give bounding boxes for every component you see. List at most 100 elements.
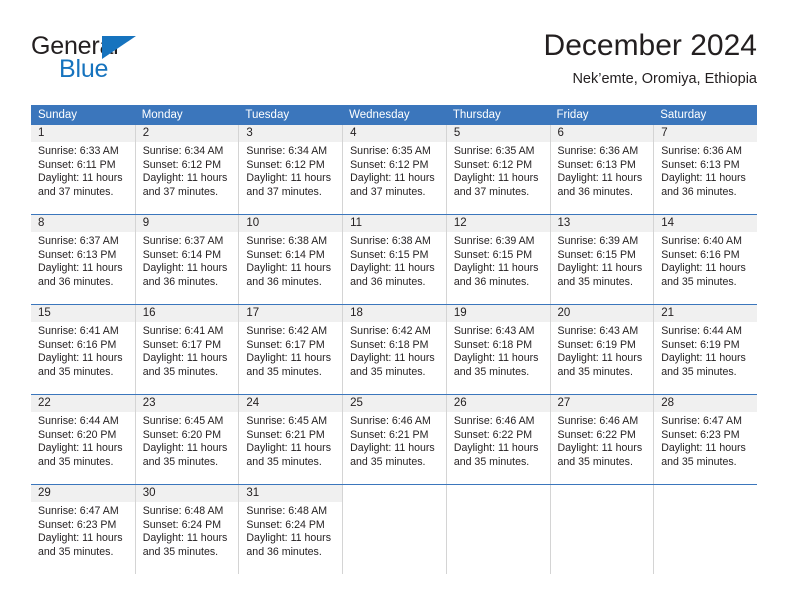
- calendar-day-cell[interactable]: 27 Sunrise: 6:46 AM Sunset: 6:22 PM Dayligh…: [549, 395, 654, 484]
- calendar-day-cell[interactable]: 14 Sunrise: 6:40 AM Sunset: 6:16 PM Dayligh…: [653, 215, 757, 304]
- sunset-text: Sunset: 6:19 PM: [661, 338, 740, 351]
- sunrise-text: Sunrise: 6:48 AM: [142, 505, 224, 517]
- daylight-text: Daylight: 11 hours and 35 minutes.: [350, 352, 435, 378]
- day-details: Sunrise: 6:37 AM Sunset: 6:13 PM Daylight:…: [31, 232, 135, 289]
- calendar-day-cell[interactable]: 29 Sunrise: 6:47 AM Sunset: 6:23 PM Dayligh…: [31, 485, 135, 574]
- daylight-text: Daylight: 11 hours and 35 minutes.: [661, 442, 746, 468]
- calendar-day-cell[interactable]: 24 Sunrise: 6:45 AM Sunset: 6:21 PM Dayligh…: [238, 395, 343, 484]
- daylight-text: Daylight: 11 hours and 36 minutes.: [38, 262, 123, 288]
- day-number: 15: [31, 305, 135, 322]
- daylight-text: Daylight: 11 hours and 36 minutes.: [142, 262, 228, 288]
- calendar-day-cell[interactable]: 28 Sunrise: 6:47 AM Sunset: 6:23 PM Dayligh…: [653, 395, 757, 484]
- daylight-text: Daylight: 11 hours and 35 minutes.: [557, 262, 643, 288]
- sunrise-text: Sunrise: 6:40 AM: [661, 235, 742, 247]
- calendar-day-cell[interactable]: 30 Sunrise: 6:48 AM Sunset: 6:24 PM Dayligh…: [134, 485, 239, 574]
- weekday-header-saturday: Saturday: [660, 109, 707, 121]
- sunrise-text: Sunrise: 6:43 AM: [453, 325, 535, 337]
- day-details: Sunrise: 6:48 AM Sunset: 6:24 PM Daylight:…: [136, 502, 239, 559]
- day-number: 29: [31, 485, 135, 502]
- weekday-header-tuesday: Tuesday: [245, 109, 290, 121]
- sunrise-text: Sunrise: 6:44 AM: [38, 415, 119, 427]
- calendar-page: General Blue December 2024 Nek’emte, Oro…: [0, 0, 792, 612]
- calendar-day-cell[interactable]: 9 Sunrise: 6:37 AM Sunset: 6:14 PM Daylight…: [134, 215, 239, 304]
- sunset-text: Sunset: 6:18 PM: [350, 338, 429, 351]
- daylight-text: Daylight: 11 hours and 37 minutes.: [38, 172, 123, 198]
- day-details: Sunrise: 6:42 AM Sunset: 6:17 PM Daylight:…: [239, 322, 342, 379]
- daylight-text: Daylight: 11 hours and 35 minutes.: [142, 532, 228, 558]
- calendar-day-cell[interactable]: 18 Sunrise: 6:42 AM Sunset: 6:18 PM Dayligh…: [342, 305, 446, 394]
- daylight-text: Daylight: 11 hours and 35 minutes.: [38, 442, 123, 468]
- sunset-text: Sunset: 6:23 PM: [38, 518, 117, 531]
- calendar-day-cell[interactable]: 10 Sunrise: 6:38 AM Sunset: 6:14 PM Dayligh…: [238, 215, 343, 304]
- calendar-day-cell[interactable]: 3 Sunrise: 6:34 AM Sunset: 6:12 PM Daylight…: [238, 125, 343, 214]
- calendar-day-cell[interactable]: 26 Sunrise: 6:46 AM Sunset: 6:22 PM Dayligh…: [445, 395, 550, 484]
- day-details: Sunrise: 6:43 AM Sunset: 6:18 PM Daylight:…: [447, 322, 550, 379]
- calendar-day-cell[interactable]: 1 Sunrise: 6:33 AM Sunset: 6:11 PM Daylight…: [31, 125, 135, 214]
- daylight-text: Daylight: 11 hours and 35 minutes.: [453, 352, 539, 378]
- sunrise-text: Sunrise: 6:39 AM: [557, 235, 639, 247]
- daylight-text: Daylight: 11 hours and 36 minutes.: [661, 172, 746, 198]
- sunrise-text: Sunrise: 6:46 AM: [453, 415, 535, 427]
- calendar-day-cell[interactable]: 2 Sunrise: 6:34 AM Sunset: 6:12 PM Daylight…: [134, 125, 239, 214]
- sunrise-text: Sunrise: 6:41 AM: [38, 325, 119, 337]
- day-details: Sunrise: 6:39 AM Sunset: 6:15 PM Daylight:…: [551, 232, 654, 289]
- calendar-day-cell[interactable]: 5 Sunrise: 6:35 AM Sunset: 6:12 PM Daylight…: [445, 125, 550, 214]
- calendar-day-cell[interactable]: 13 Sunrise: 6:39 AM Sunset: 6:15 PM Dayligh…: [549, 215, 654, 304]
- calendar-day-cell[interactable]: 25 Sunrise: 6:46 AM Sunset: 6:21 PM Dayligh…: [342, 395, 446, 484]
- calendar-day-cell[interactable]: 11 Sunrise: 6:38 AM Sunset: 6:15 PM Dayligh…: [342, 215, 446, 304]
- sunrise-text: Sunrise: 6:48 AM: [246, 505, 328, 517]
- sunset-text: Sunset: 6:13 PM: [38, 248, 117, 261]
- weekday-header-monday: Monday: [141, 109, 183, 121]
- calendar-day-cell[interactable]: 23 Sunrise: 6:45 AM Sunset: 6:20 PM Dayligh…: [134, 395, 239, 484]
- calendar-day-cell[interactable]: 17 Sunrise: 6:42 AM Sunset: 6:17 PM Dayligh…: [238, 305, 343, 394]
- day-number: 26: [446, 395, 550, 412]
- calendar-day-cell[interactable]: 6 Sunrise: 6:36 AM Sunset: 6:13 PM Daylight…: [549, 125, 654, 214]
- sunset-text: Sunset: 6:21 PM: [246, 428, 325, 441]
- calendar-grid: Sunday Monday Tuesday Wednesday Thursday…: [31, 105, 757, 574]
- sunset-text: Sunset: 6:18 PM: [453, 338, 533, 351]
- day-number: 21: [654, 305, 757, 322]
- sunrise-text: Sunrise: 6:42 AM: [350, 325, 431, 337]
- daylight-text: Daylight: 11 hours and 35 minutes.: [38, 532, 123, 558]
- sunset-text: Sunset: 6:12 PM: [246, 158, 325, 171]
- day-number: 8: [31, 215, 135, 232]
- sunrise-text: Sunrise: 6:45 AM: [142, 415, 224, 427]
- calendar-day-cell[interactable]: 22 Sunrise: 6:44 AM Sunset: 6:20 PM Dayligh…: [31, 395, 135, 484]
- calendar-day-cell[interactable]: 16 Sunrise: 6:41 AM Sunset: 6:17 PM Dayligh…: [134, 305, 239, 394]
- day-details: Sunrise: 6:34 AM Sunset: 6:12 PM Daylight:…: [136, 142, 239, 199]
- title-block: December 2024 Nek’emte, Oromiya, Ethiopi…: [544, 28, 757, 89]
- daylight-text: Daylight: 11 hours and 35 minutes.: [142, 442, 228, 468]
- calendar-day-cell[interactable]: 8 Sunrise: 6:37 AM Sunset: 6:13 PM Daylight…: [31, 215, 135, 304]
- calendar-day-cell[interactable]: 12 Sunrise: 6:39 AM Sunset: 6:15 PM Dayligh…: [445, 215, 550, 304]
- daylight-text: Daylight: 11 hours and 35 minutes.: [453, 442, 539, 468]
- weekday-header-sunday: Sunday: [38, 109, 78, 121]
- daylight-text: Daylight: 11 hours and 35 minutes.: [557, 352, 643, 378]
- calendar-day-cell[interactable]: 21 Sunrise: 6:44 AM Sunset: 6:19 PM Dayligh…: [653, 305, 757, 394]
- daylight-text: Daylight: 11 hours and 36 minutes.: [246, 262, 332, 288]
- sunrise-text: Sunrise: 6:46 AM: [350, 415, 431, 427]
- calendar-day-cell[interactable]: 31 Sunrise: 6:48 AM Sunset: 6:24 PM Dayligh…: [238, 485, 343, 574]
- day-number: 20: [550, 305, 654, 322]
- day-number: 24: [239, 395, 343, 412]
- daylight-text: Daylight: 11 hours and 36 minutes.: [350, 262, 435, 288]
- day-number: 7: [654, 125, 757, 142]
- calendar-day-cell-empty: [445, 485, 550, 574]
- calendar-day-cell[interactable]: 20 Sunrise: 6:43 AM Sunset: 6:19 PM Dayligh…: [549, 305, 654, 394]
- calendar-day-cell[interactable]: 4 Sunrise: 6:35 AM Sunset: 6:12 PM Daylight…: [342, 125, 446, 214]
- sunset-text: Sunset: 6:24 PM: [246, 518, 325, 531]
- sunset-text: Sunset: 6:13 PM: [557, 158, 636, 171]
- daylight-text: Daylight: 11 hours and 36 minutes.: [453, 262, 539, 288]
- sunrise-text: Sunrise: 6:39 AM: [453, 235, 535, 247]
- general-blue-logo[interactable]: General Blue: [31, 34, 261, 90]
- day-details: Sunrise: 6:36 AM Sunset: 6:13 PM Daylight:…: [551, 142, 654, 199]
- calendar-day-cell[interactable]: 15 Sunrise: 6:41 AM Sunset: 6:16 PM Dayligh…: [31, 305, 135, 394]
- daylight-text: Daylight: 11 hours and 35 minutes.: [661, 352, 746, 378]
- sunset-text: Sunset: 6:19 PM: [557, 338, 636, 351]
- day-details: Sunrise: 6:37 AM Sunset: 6:14 PM Daylight:…: [136, 232, 239, 289]
- sunset-text: Sunset: 6:12 PM: [350, 158, 429, 171]
- day-details: Sunrise: 6:42 AM Sunset: 6:18 PM Daylight:…: [343, 322, 446, 379]
- calendar-day-cell[interactable]: 19 Sunrise: 6:43 AM Sunset: 6:18 PM Dayligh…: [445, 305, 550, 394]
- day-details: Sunrise: 6:38 AM Sunset: 6:14 PM Daylight:…: [239, 232, 342, 289]
- sunrise-text: Sunrise: 6:41 AM: [142, 325, 224, 337]
- calendar-day-cell[interactable]: 7 Sunrise: 6:36 AM Sunset: 6:13 PM Daylight…: [653, 125, 757, 214]
